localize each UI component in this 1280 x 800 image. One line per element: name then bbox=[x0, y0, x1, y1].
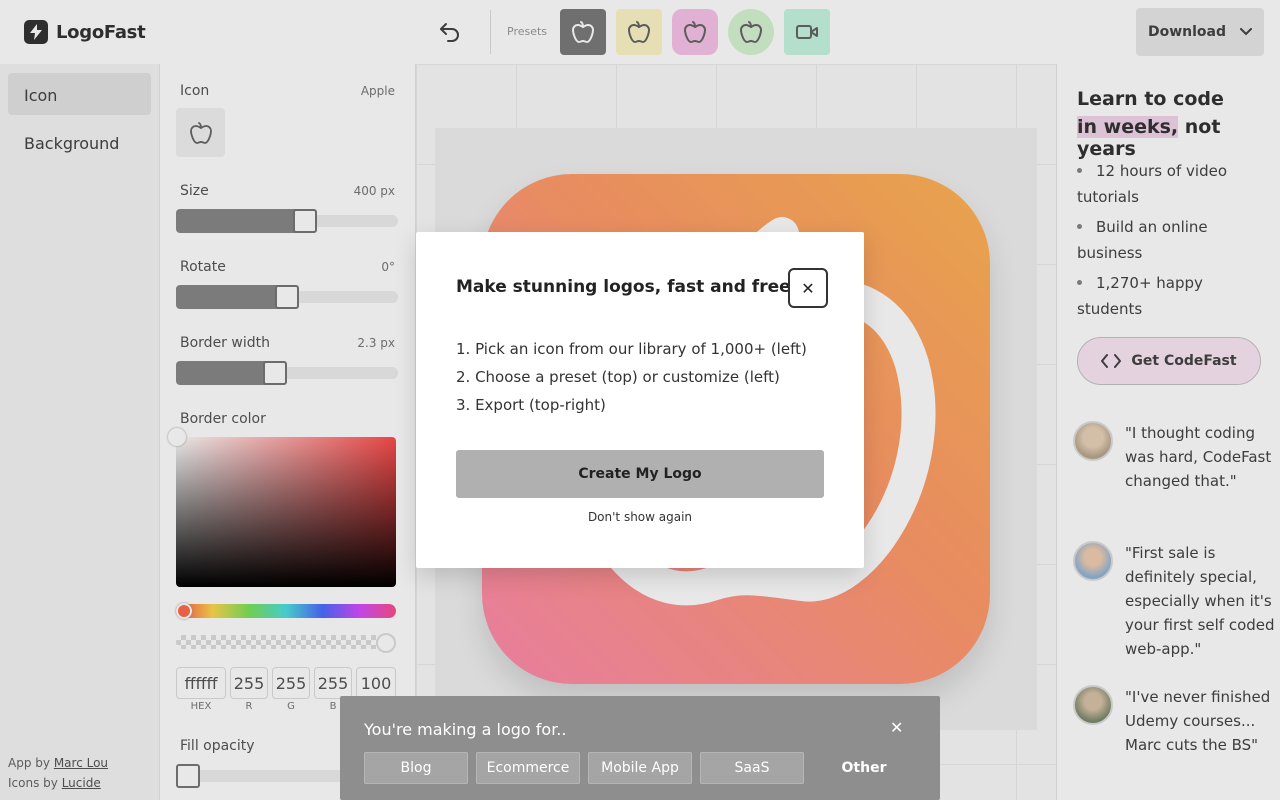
dont-show-again-link[interactable]: Don't show again bbox=[416, 510, 864, 524]
survey-option-ecommerce[interactable]: Ecommerce bbox=[476, 752, 580, 784]
close-icon[interactable]: ✕ bbox=[788, 268, 828, 308]
survey-option-mobile-app[interactable]: Mobile App bbox=[588, 752, 692, 784]
survey-title: You're making a logo for.. bbox=[364, 720, 567, 739]
close-icon[interactable]: ✕ bbox=[890, 718, 903, 737]
create-my-logo-button[interactable]: Create My Logo bbox=[456, 450, 824, 498]
survey-option-saas[interactable]: SaaS bbox=[700, 752, 804, 784]
modal-step: 3. Export (top-right) bbox=[456, 396, 606, 414]
survey-option-other[interactable]: Other bbox=[812, 752, 916, 784]
welcome-modal: Make stunning logos, fast and free! ✕ 1.… bbox=[416, 232, 864, 568]
survey-option-blog[interactable]: Blog bbox=[364, 752, 468, 784]
survey-popup: You're making a logo for.. ✕ Blog Ecomme… bbox=[340, 696, 940, 800]
modal-step: 1. Pick an icon from our library of 1,00… bbox=[456, 340, 807, 358]
modal-step: 2. Choose a preset (top) or customize (l… bbox=[456, 368, 780, 386]
modal-title: Make stunning logos, fast and free! bbox=[456, 277, 799, 297]
